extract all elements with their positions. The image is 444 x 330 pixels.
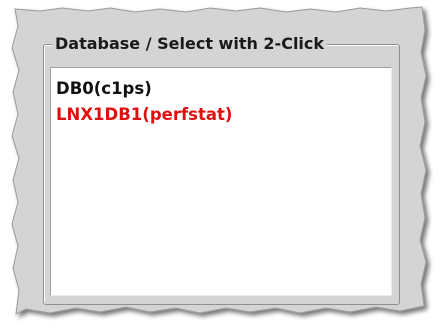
groupbox-title: Database / Select with 2-Click	[52, 33, 328, 55]
database-list-item[interactable]: DB0(c1ps)	[51, 78, 391, 104]
database-list[interactable]: DB0(c1ps) LNX1DB1(perfstat)	[50, 67, 392, 296]
database-list-item[interactable]: LNX1DB1(perfstat)	[51, 104, 391, 130]
